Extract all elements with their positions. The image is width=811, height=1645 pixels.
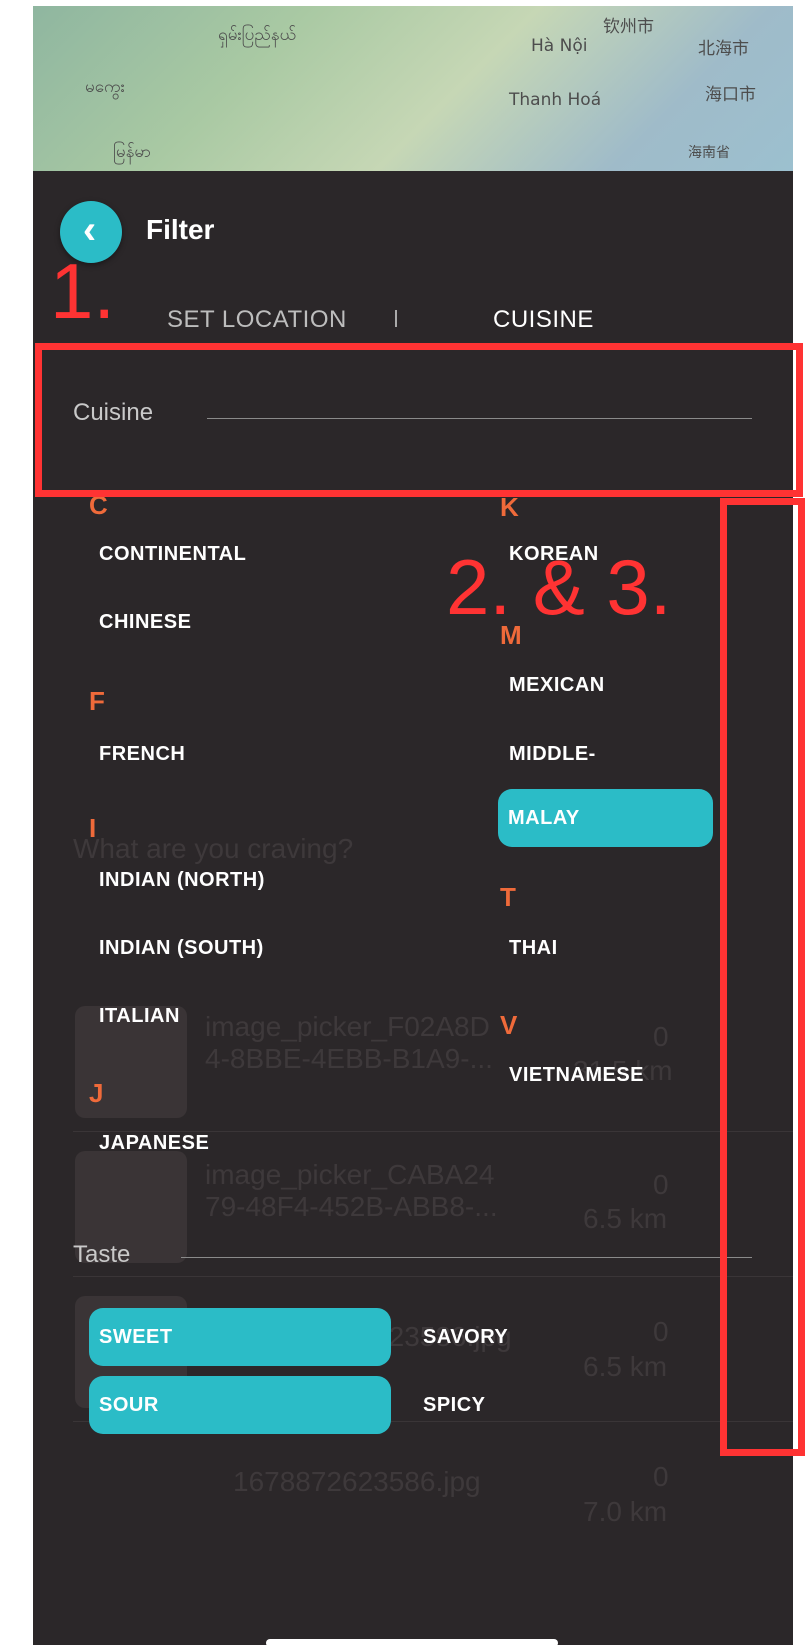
home-indicator[interactable]: [266, 1639, 558, 1645]
taste-option-sour: SOUR: [99, 1394, 159, 1416]
map-label: Hà Nội: [531, 36, 588, 56]
tab-separator: [395, 310, 397, 327]
tab-set-location[interactable]: SET LOCATION: [167, 306, 347, 334]
cuisine-option-vietnamese[interactable]: VIETNAMESE: [509, 1064, 644, 1087]
background-row-name: image_picker_F02A8D: [205, 1011, 490, 1042]
annotation-box-1: [35, 343, 803, 497]
cuisine-option-continental[interactable]: CONTINENTAL: [99, 543, 246, 566]
map-label: 海口市: [705, 85, 756, 105]
map-label: မြန်မာ: [113, 142, 152, 162]
letter-j: J: [89, 1078, 104, 1108]
map-label: 海南省: [688, 145, 730, 161]
taste-option-savory[interactable]: SAVORY: [423, 1326, 508, 1349]
background-row-distance: 7.0 km: [583, 1496, 668, 1527]
background-row-name: 79-48F4-452B-ABB8-...: [205, 1191, 498, 1222]
annotation-label-1: 1.: [50, 247, 116, 335]
map-label: 北海市: [698, 39, 749, 59]
background-row-count: 0: [653, 1461, 669, 1492]
map-label: ရှမ်းပြည်နယ်: [218, 25, 297, 45]
letter-f: F: [89, 686, 105, 716]
taste-option-sour-selected[interactable]: SOUR: [89, 1376, 391, 1434]
cuisine-option-french[interactable]: FRENCH: [99, 743, 185, 766]
page-title: Filter: [146, 214, 215, 245]
taste-section-divider: [181, 1257, 752, 1258]
map-label: 钦州市: [603, 17, 654, 37]
letter-v: V: [500, 1010, 518, 1040]
background-heading: What are you craving?: [73, 833, 354, 864]
cuisine-option-mexican[interactable]: MEXICAN: [509, 674, 605, 697]
background-row-distance: 6.5 km: [583, 1203, 668, 1234]
annotation-label-2-3: 2. & 3.: [446, 543, 672, 631]
background-row-name: image_picker_CABA24: [205, 1159, 495, 1190]
background-row-name: 4-8BBE-4EBB-B1A9-...: [205, 1043, 493, 1074]
cuisine-option-indian-north[interactable]: INDIAN (NORTH): [99, 869, 265, 892]
taste-section-label: Taste: [73, 1241, 131, 1268]
cuisine-option-malay-selected[interactable]: MALAY: [498, 789, 713, 847]
background-row-distance: 6.5 km: [583, 1351, 668, 1382]
background-row-count: 0: [653, 1021, 669, 1052]
cuisine-option-japanese[interactable]: JAPANESE: [99, 1132, 209, 1155]
cuisine-option-indian-south[interactable]: INDIAN (SOUTH): [99, 937, 264, 960]
map-view[interactable]: ရှမ်းပြည်နယ် Hà Nội Thanh Hoá မကွေး မြန်…: [33, 6, 793, 171]
taste-option-spicy[interactable]: SPICY: [423, 1394, 486, 1417]
background-row-name: 1678872623586.jpg: [233, 1466, 481, 1497]
cuisine-option-middle-eastern[interactable]: MIDDLE-: [509, 743, 596, 766]
phone-screen: ရှမ်းပြည်နယ် Hà Nội Thanh Hoá မကွေး မြန်…: [33, 6, 793, 1645]
chevron-left-icon: ‹: [82, 208, 97, 252]
background-row-count: 0: [653, 1169, 669, 1200]
background-divider: [73, 1276, 793, 1277]
taste-option-sweet-selected[interactable]: SWEET: [89, 1308, 391, 1366]
tab-cuisine[interactable]: CUISINE: [493, 306, 594, 334]
map-label: မကွေး: [85, 77, 125, 97]
letter-t: T: [500, 882, 516, 912]
letter-i: I: [89, 813, 97, 843]
cuisine-option-italian[interactable]: ITALIAN: [99, 1005, 180, 1028]
cuisine-option-chinese[interactable]: CHINESE: [99, 611, 191, 634]
annotation-box-2-3: [720, 498, 805, 1456]
taste-option-sweet: SWEET: [99, 1326, 173, 1348]
background-row-count: 0: [653, 1316, 669, 1347]
map-label: Thanh Hoá: [509, 90, 602, 110]
cuisine-option-malay: MALAY: [508, 807, 580, 829]
cuisine-option-thai[interactable]: THAI: [509, 937, 558, 960]
